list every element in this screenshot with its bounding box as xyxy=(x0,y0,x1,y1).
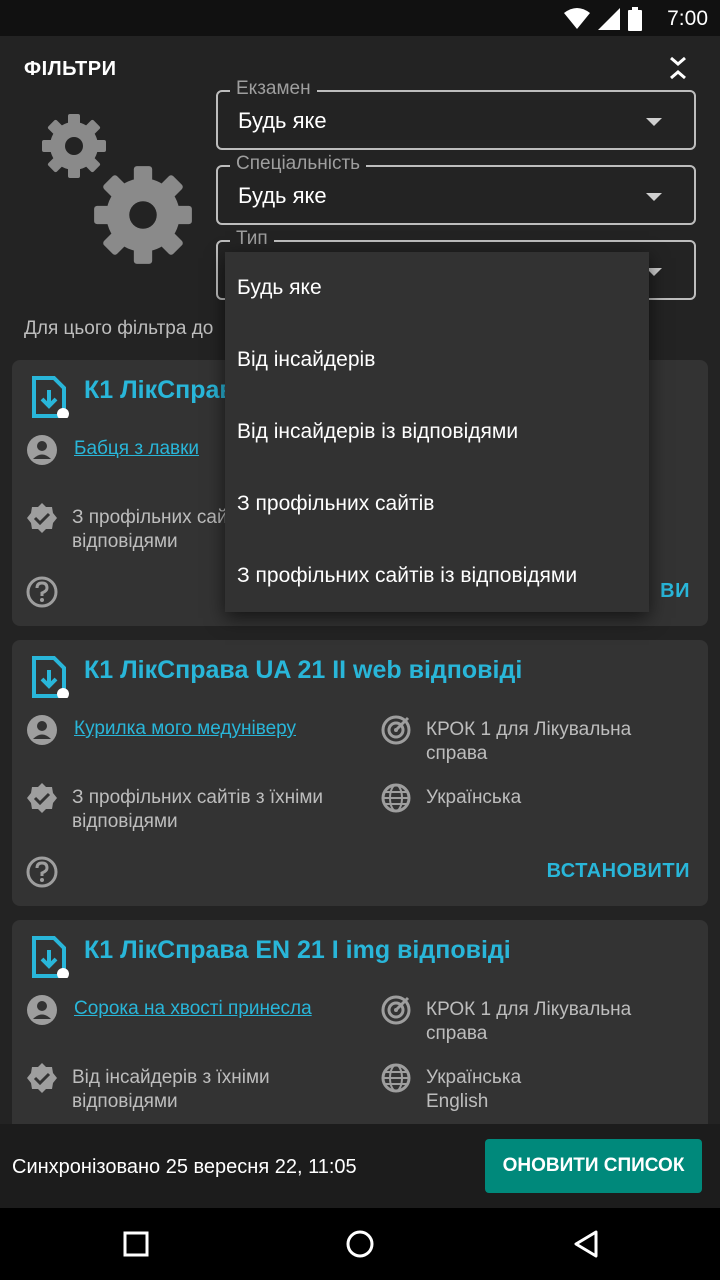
verified-badge-icon xyxy=(27,783,57,813)
test-card: К1 ЛікСправа EN 21 I img відповіді Сорок… xyxy=(12,920,708,1124)
specialty-select-label: Спеціальність xyxy=(230,153,367,175)
user-icon xyxy=(27,995,57,1025)
type-select-label: Тип xyxy=(230,228,274,250)
dropdown-option[interactable]: Від інсайдерів із відповідями xyxy=(225,396,649,468)
card-source: Від інсайдерів з їхніми відповідями xyxy=(72,1067,270,1112)
dropdown-option[interactable]: З профільних сайтів xyxy=(225,468,649,540)
navigation-bar xyxy=(0,1208,720,1280)
status-icons xyxy=(564,7,642,31)
target-icon xyxy=(381,995,411,1025)
home-icon[interactable] xyxy=(344,1228,376,1260)
exam-select[interactable]: Екзамен Будь яке xyxy=(216,78,696,150)
battery-icon xyxy=(628,7,642,31)
globe-icon xyxy=(381,1063,411,1093)
help-icon[interactable] xyxy=(26,576,58,608)
download-file-icon xyxy=(32,656,69,698)
type-dropdown-menu: Будь яке Від інсайдерів Від інсайдерів і… xyxy=(225,252,649,612)
globe-icon xyxy=(381,783,411,813)
verified-badge-icon xyxy=(27,503,57,533)
exam-select-label: Екзамен xyxy=(230,78,317,100)
specialty-select-value: Будь яке xyxy=(238,183,327,208)
gear-icon xyxy=(94,166,192,264)
wifi-icon xyxy=(564,8,590,29)
card-author-link[interactable]: Курилка мого медуніверу xyxy=(74,718,296,740)
card-exam: КРОК 1 для Лікувальна справа xyxy=(426,999,632,1044)
back-icon[interactable] xyxy=(572,1228,600,1260)
filters-title: ФІЛЬТРИ xyxy=(24,58,117,80)
collapse-icon[interactable] xyxy=(660,50,696,86)
test-card: К1 ЛікСправа UA 21 II web відповіді Кури… xyxy=(12,640,708,906)
install-button[interactable]: ВСТАНОВИТИ xyxy=(547,860,690,883)
dropdown-option[interactable]: Будь яке xyxy=(225,252,649,324)
sync-status-text: Синхронізовано 25 вересня 22, 11:05 xyxy=(12,1156,357,1178)
status-bar: 7:00 xyxy=(0,0,720,36)
card-title: К1 ЛікСправа UA 21 II web відповіді xyxy=(84,656,523,684)
exam-select-value: Будь яке xyxy=(238,108,327,133)
help-icon[interactable] xyxy=(26,856,58,888)
card-title: К1 ЛікСправа xyxy=(84,376,249,404)
recents-icon[interactable] xyxy=(122,1228,150,1260)
card-author-link[interactable]: Сорока на хвості принесла xyxy=(74,998,312,1020)
verified-badge-icon xyxy=(27,1063,57,1093)
install-button[interactable]: ВИ xyxy=(660,580,690,603)
dropdown-arrow-icon xyxy=(646,193,662,201)
filter-note: Для цього фільтра до xyxy=(24,318,214,339)
refresh-list-button[interactable]: ОНОВИТИ СПИСОК xyxy=(485,1139,702,1193)
status-time: 7:00 xyxy=(667,7,708,30)
sync-bar: Синхронізовано 25 вересня 22, 11:05 ОНОВ… xyxy=(0,1124,720,1208)
card-language: Українська English xyxy=(426,1067,522,1112)
download-file-icon xyxy=(32,376,69,418)
target-icon xyxy=(381,715,411,745)
dropdown-option[interactable]: З профільних сайтів із відповідями xyxy=(225,540,649,612)
card-author-link[interactable]: Бабця з лавки xyxy=(74,438,199,460)
card-exam: КРОК 1 для Лікувальна справа xyxy=(426,719,632,764)
card-source: З профільних сайтів з їхніми відповідями xyxy=(72,787,324,832)
card-title: К1 ЛікСправа EN 21 I img відповіді xyxy=(84,936,511,964)
user-icon xyxy=(27,435,57,465)
download-file-icon xyxy=(32,936,69,978)
card-language: Українська xyxy=(426,787,522,808)
user-icon xyxy=(27,715,57,745)
specialty-select[interactable]: Спеціальність Будь яке xyxy=(216,153,696,225)
dropdown-arrow-icon xyxy=(646,118,662,126)
dropdown-option[interactable]: Від інсайдерів xyxy=(225,324,649,396)
signal-icon xyxy=(598,8,620,30)
